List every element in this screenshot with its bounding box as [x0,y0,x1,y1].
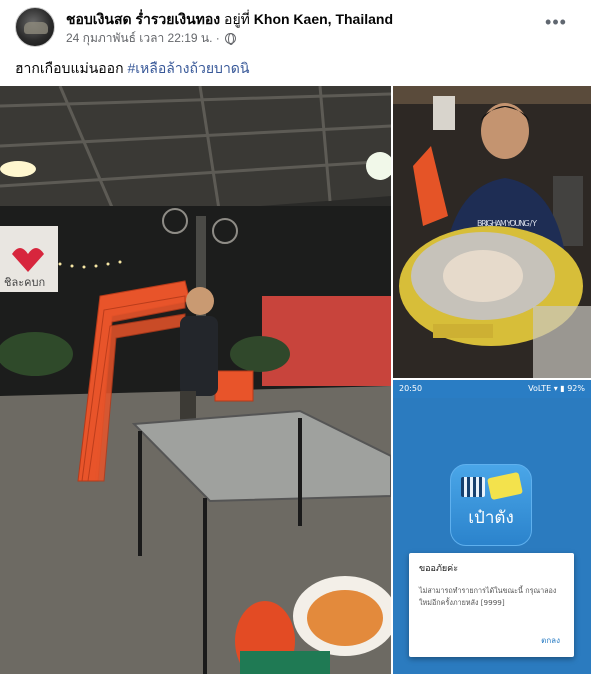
phone-status-right: VoLTE ▾ ▮ 92% [528,384,585,393]
location-link[interactable]: Khon Kaen, Thailand [254,11,393,27]
ticket-icon [487,471,523,501]
dialog-message: ไม่สามารถทำรายการได้ในขณะนี้ กรุณาลองใหม… [419,586,557,607]
post-header: ชอบเงินสด ร่ำรวยเงินทอง อยู่ที่ Khon Kae… [0,0,591,52]
photo-main[interactable]: ชิละคบก [0,86,391,674]
globe-icon [224,33,236,45]
hashtag-link[interactable]: #เหลือล้างถ้วยบาดนิ [127,60,249,76]
author-name[interactable]: ชอบเงินสด ร่ำรวยเงินทอง [66,11,220,27]
dialog-title: ขออภัยค่ะ [419,564,459,574]
qr-code-icon [461,477,485,497]
caption-text: ฮากเกือบแม่นออก [15,60,124,76]
post-meta: 24 กุมภาพันธ์ เวลา 22:19 น. · [66,29,236,48]
more-options-icon: ••• [545,12,567,32]
author-avatar[interactable] [15,7,55,47]
banner-text: ชิละคบก [4,276,45,289]
author-line: ชอบเงินสด ร่ำรวยเงินทอง อยู่ที่ Khon Kae… [66,9,393,31]
post-timestamp[interactable]: 24 กุมภาพันธ์ เวลา 22:19 น. · [66,29,220,48]
error-dialog: ขออภัยค่ะ ไม่สามารถทำรายการได้ในขณะนี้ ก… [409,553,574,657]
phone-status-bar: 20:50 VoLTE ▾ ▮ 92% [393,380,591,398]
location-prefix: อยู่ที่ [224,11,250,27]
grill-scene: BRIGHAM YOUNG / Y [393,86,591,378]
post-caption: ฮากเกือบแม่นออก #เหลือล้างถ้วยบาดนิ [15,58,249,80]
app-name: เป๋าตัง [468,508,514,528]
dialog-ok-button: ตกลง [541,636,560,645]
photo-phone-screenshot[interactable]: 20:50 VoLTE ▾ ▮ 92% เป๋าตัง ขออภัยค่ะ ไม… [393,380,591,674]
photo-man-grill[interactable]: BRIGHAM YOUNG / Y [393,86,591,378]
paotang-app-icon: เป๋าตัง [450,464,532,546]
phone-status-time: 20:50 [399,384,423,393]
restaurant-scene: ชิละคบก [0,86,391,674]
more-options-button[interactable]: ••• [541,12,571,36]
